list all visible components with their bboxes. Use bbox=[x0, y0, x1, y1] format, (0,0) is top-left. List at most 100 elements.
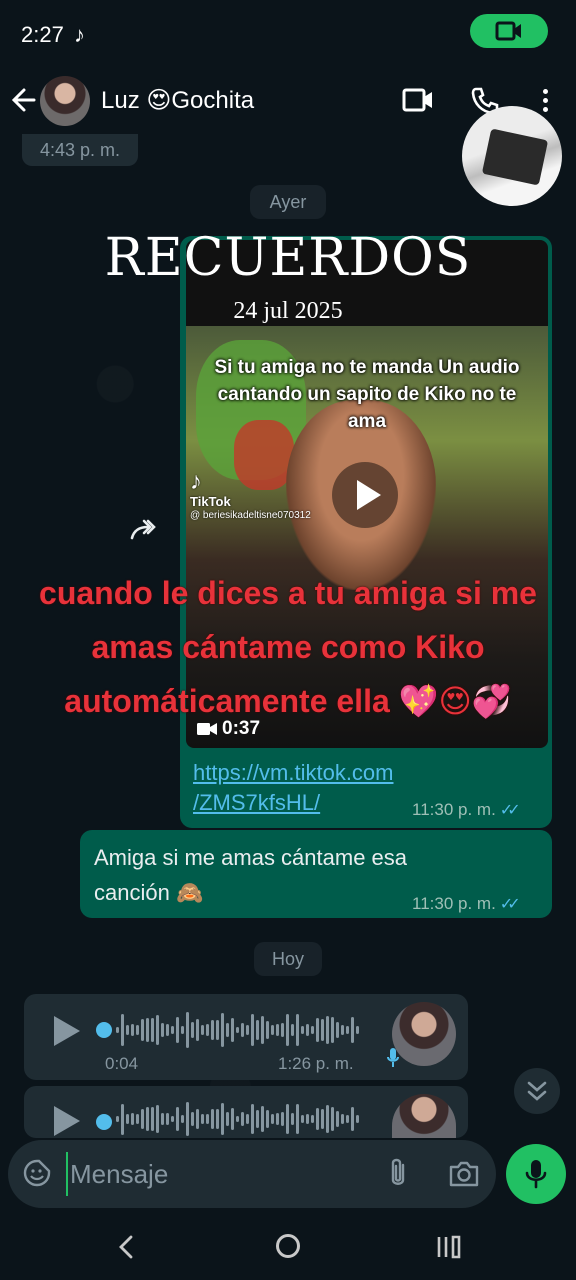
waveform-bar bbox=[261, 1105, 264, 1133]
waveform-bar bbox=[201, 1025, 204, 1035]
video-camera-icon bbox=[495, 21, 521, 41]
waveform-bar bbox=[271, 1025, 274, 1035]
voice-waveform[interactable] bbox=[116, 1010, 362, 1050]
waveform-bar bbox=[326, 1015, 329, 1045]
waveform-bar bbox=[256, 1020, 259, 1040]
waveform-bar bbox=[276, 1023, 279, 1037]
waveform-bar bbox=[251, 1103, 254, 1135]
waveform-bar bbox=[201, 1114, 204, 1124]
waveform-bar bbox=[296, 1013, 299, 1047]
waveform-bar bbox=[161, 1112, 164, 1126]
camera-icon[interactable] bbox=[448, 1160, 480, 1188]
waveform-bar bbox=[196, 1108, 199, 1130]
waveform-bar bbox=[221, 1103, 224, 1135]
nav-recents-icon[interactable] bbox=[436, 1234, 462, 1260]
tiktok-handle: @ beriesikadeltisne070312 bbox=[190, 510, 311, 521]
waveform-bar bbox=[126, 1024, 129, 1036]
forward-icon[interactable] bbox=[128, 516, 160, 544]
voice-duration: 0:04 bbox=[105, 1054, 139, 1073]
waveform-bar bbox=[296, 1103, 299, 1135]
waveform-bar bbox=[161, 1023, 164, 1037]
waveform-bar bbox=[286, 1013, 289, 1047]
tiktok-link[interactable]: https://vm.tiktok.com /ZMS7kfsHL/ bbox=[193, 758, 394, 818]
waveform-bar bbox=[346, 1025, 349, 1035]
waveform-bar bbox=[261, 1016, 264, 1044]
nav-back-icon[interactable] bbox=[116, 1234, 136, 1260]
voice-play-icon[interactable] bbox=[54, 1106, 80, 1136]
contact-avatar[interactable] bbox=[40, 76, 90, 126]
waveform-bar bbox=[351, 1017, 354, 1043]
waveform-bar bbox=[141, 1108, 144, 1130]
waveform-bar bbox=[311, 1114, 314, 1124]
waveform-bar bbox=[351, 1106, 354, 1132]
previous-message-time: 4:43 p. m. bbox=[22, 134, 138, 166]
waveform-bar bbox=[151, 1017, 154, 1043]
nav-home-icon[interactable] bbox=[276, 1234, 300, 1258]
status-time: 2:27 bbox=[21, 22, 64, 47]
waveform-bar bbox=[211, 1019, 214, 1041]
meme-caption: cuando le dices a tu amiga si me amas cá… bbox=[39, 575, 537, 719]
waveform-bar bbox=[191, 1022, 194, 1038]
waveform-bar bbox=[171, 1115, 174, 1123]
contact-name[interactable]: Luz 😍Gochita bbox=[101, 86, 254, 115]
waveform-bar bbox=[121, 1013, 124, 1047]
waveform-bar bbox=[156, 1015, 159, 1045]
waveform-bar bbox=[331, 1017, 334, 1043]
back-arrow-icon[interactable] bbox=[10, 84, 38, 116]
waveform-bar bbox=[306, 1113, 309, 1125]
waveform-bar bbox=[346, 1114, 349, 1124]
ongoing-video-indicator[interactable] bbox=[470, 14, 548, 48]
waveform-bar bbox=[236, 1026, 239, 1034]
video-overlay-text: Si tu amiga no te manda Un audio cantand… bbox=[214, 357, 520, 432]
waveform-bar bbox=[156, 1105, 159, 1133]
waveform-bar bbox=[166, 1113, 169, 1125]
voice-play-icon[interactable] bbox=[54, 1016, 80, 1046]
voice-waveform[interactable] bbox=[116, 1100, 362, 1138]
waveform-bar bbox=[341, 1024, 344, 1036]
waveform-bar bbox=[116, 1027, 119, 1033]
waveform-bar bbox=[231, 1107, 234, 1131]
waveform-bar bbox=[251, 1014, 254, 1046]
waveform-bar bbox=[316, 1107, 319, 1131]
waveform-bar bbox=[181, 1025, 184, 1035]
tiktok-link-line1[interactable]: https://vm.tiktok.com bbox=[193, 760, 394, 785]
voice-progress-handle[interactable] bbox=[96, 1114, 112, 1130]
status-bar: 2:27 ♪ bbox=[0, 0, 576, 68]
menu-icon[interactable] bbox=[538, 86, 552, 116]
tiktok-link-line2[interactable]: /ZMS7kfsHL/ bbox=[193, 790, 320, 815]
waveform-bar bbox=[186, 1102, 189, 1136]
waveform-bar bbox=[221, 1013, 224, 1047]
waveform-bar bbox=[211, 1109, 214, 1129]
waveform-bar bbox=[281, 1022, 284, 1038]
memories-title: RECUERDOS bbox=[104, 228, 472, 288]
waveform-bar bbox=[246, 1114, 249, 1124]
scroll-to-bottom-button[interactable] bbox=[514, 1068, 560, 1114]
waveform-bar bbox=[266, 1110, 269, 1128]
waveform-bar bbox=[291, 1113, 294, 1125]
waveform-bar bbox=[286, 1103, 289, 1135]
waveform-bar bbox=[301, 1026, 304, 1034]
video-message-time: 11:30 p. m. ✓✓ bbox=[412, 800, 521, 820]
play-icon[interactable] bbox=[332, 462, 398, 528]
waveform-bar bbox=[116, 1116, 119, 1122]
attach-icon[interactable] bbox=[386, 1156, 410, 1190]
sticker-icon[interactable] bbox=[22, 1158, 52, 1188]
waveform-bar bbox=[176, 1017, 179, 1043]
record-voice-button[interactable] bbox=[506, 1144, 566, 1204]
picture-in-picture-preview[interactable] bbox=[462, 106, 562, 206]
waveform-bar bbox=[281, 1112, 284, 1126]
waveform-bar bbox=[171, 1026, 174, 1034]
waveform-bar bbox=[131, 1023, 134, 1037]
waveform-bar bbox=[291, 1024, 294, 1036]
voice-progress-handle[interactable] bbox=[96, 1022, 112, 1038]
waveform-bar bbox=[181, 1114, 184, 1124]
waveform-bar bbox=[236, 1115, 239, 1123]
waveform-bar bbox=[241, 1112, 244, 1126]
tiktok-label: TikTok bbox=[190, 494, 231, 509]
waveform-bar bbox=[231, 1018, 234, 1042]
video-call-icon[interactable] bbox=[402, 88, 434, 112]
message-input[interactable] bbox=[66, 1152, 366, 1196]
memories-date: 24 jul 2025 bbox=[233, 298, 343, 324]
waveform-bar bbox=[321, 1019, 324, 1041]
waveform-bar bbox=[336, 1111, 339, 1127]
